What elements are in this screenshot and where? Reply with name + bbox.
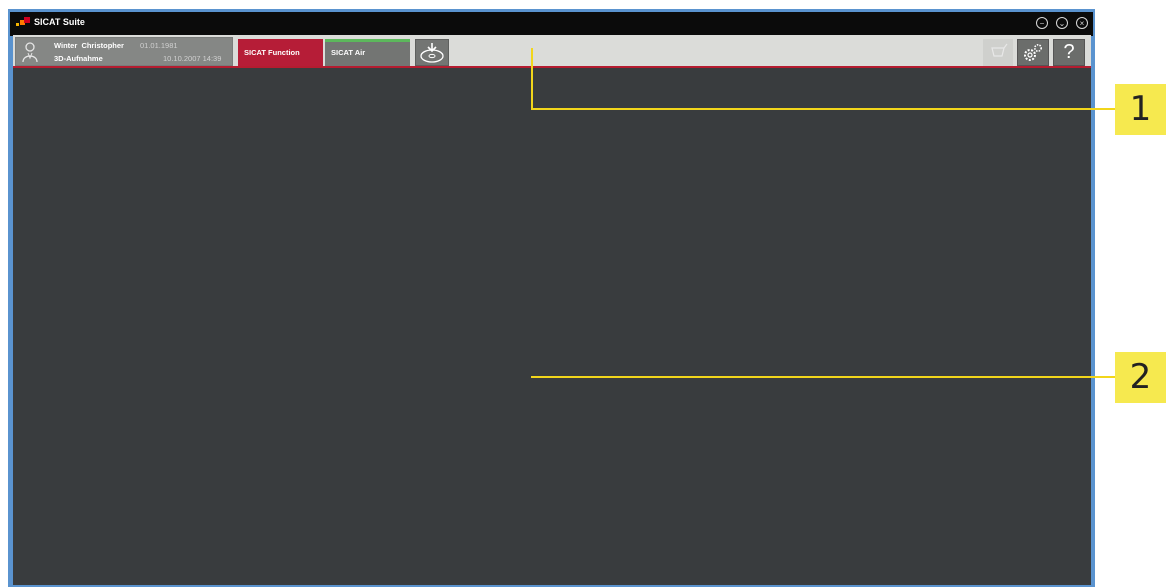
close-icon[interactable]: × — [1076, 17, 1088, 29]
restore-icon[interactable]: ⌄ — [1056, 17, 1068, 29]
gear-icon — [1024, 44, 1042, 61]
title-bar[interactable]: SICAT Suite − ⌄ × — [10, 12, 1093, 36]
callout-2-badge: 2 — [1115, 352, 1166, 403]
workspace-area[interactable] — [13, 68, 1091, 585]
toolbar: Winter Christopher 01.01.1981 3D-Aufnahm… — [13, 35, 1091, 68]
patient-birth-date: 01.01.1981 — [140, 41, 178, 50]
patient-avatar-icon — [22, 42, 38, 63]
patient-name: Winter Christopher — [54, 41, 124, 50]
app-window: SICAT Suite − ⌄ × Winter Christopher 01.… — [8, 9, 1095, 587]
study-type: 3D-Aufnahme — [54, 54, 103, 63]
disc-button[interactable] — [415, 39, 449, 66]
tab-sicat-air[interactable]: SICAT Air — [325, 39, 410, 66]
callout-2-line — [531, 376, 1115, 378]
help-button[interactable]: ? — [1053, 39, 1085, 66]
study-date: 10.10.2007 14:39 — [163, 54, 222, 63]
patient-panel[interactable]: Winter Christopher 01.01.1981 3D-Aufnahm… — [15, 37, 233, 66]
cart-button[interactable] — [983, 39, 1013, 66]
sicat-logo-icon — [16, 17, 30, 29]
callout-1-line — [531, 108, 1115, 110]
minimize-icon[interactable]: − — [1036, 17, 1048, 29]
callout-1-badge: 1 — [1115, 84, 1166, 135]
settings-button[interactable] — [1017, 39, 1049, 66]
cart-icon — [991, 43, 1008, 57]
window-title: SICAT Suite — [34, 17, 85, 27]
tab-sicat-function[interactable]: SICAT Function — [238, 39, 323, 66]
callout-1-leader — [531, 48, 533, 110]
disc-icon — [420, 43, 444, 63]
